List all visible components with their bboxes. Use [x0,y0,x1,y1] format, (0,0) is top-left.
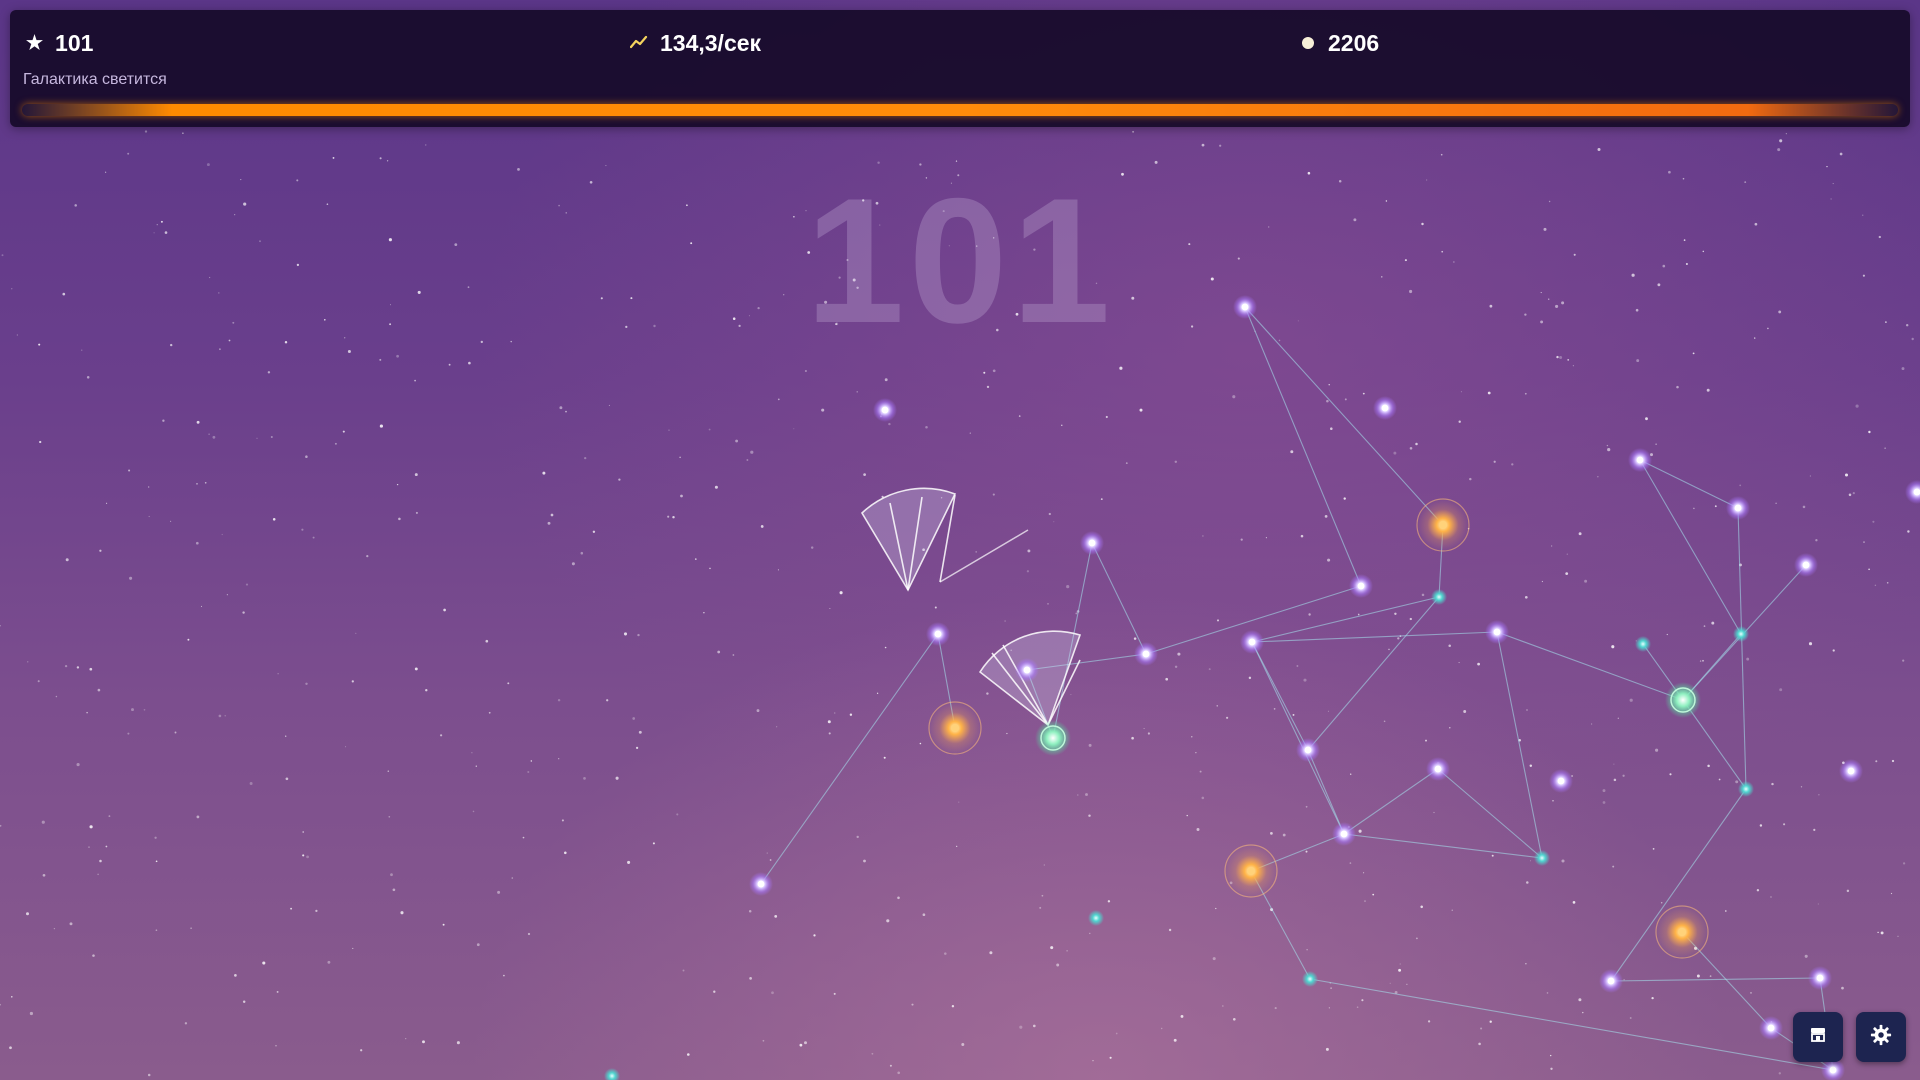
violet-star[interactable] [1134,642,1158,666]
violet-star[interactable] [1240,630,1264,654]
constellation-link [1251,641,1345,835]
violet-star[interactable] [1349,574,1373,598]
orange-star[interactable] [1224,844,1278,898]
star-icon: ★ [26,32,44,54]
violet-star[interactable] [1839,759,1863,783]
coins-value: 2206 [1328,29,1380,56]
trend-up-icon [629,34,648,53]
constellation-link [1307,596,1440,751]
constellation-link [760,633,939,885]
settings-button[interactable] [1856,1012,1906,1062]
coin-icon [1302,37,1314,49]
constellation-link [1496,631,1543,859]
teal-star[interactable] [604,1068,620,1080]
violet-star[interactable] [1332,822,1356,846]
teal-star[interactable] [1534,850,1550,866]
rate-counter: 134,3/сек [629,28,762,58]
constellation-link [1307,749,1345,835]
violet-star[interactable] [1759,1016,1783,1040]
galaxy-status-text: Галактика светится [23,71,167,88]
constellation-link [1639,459,1742,635]
violet-star[interactable] [1373,396,1397,420]
constellation-link [1309,978,1834,1071]
violet-star[interactable] [1794,553,1818,577]
fan-shape-1 [860,487,957,592]
constellation-link [1496,631,1684,701]
teal-star[interactable] [1738,781,1754,797]
constellation-link [1343,768,1439,835]
teal-star[interactable] [1302,971,1318,987]
green-star[interactable] [1665,682,1701,718]
violet-star[interactable] [926,622,950,646]
teal-star[interactable] [1431,589,1447,605]
rate-value: 134,3/сек [660,29,762,56]
constellation-link [1639,459,1739,509]
violet-star[interactable] [1426,757,1450,781]
coins-counter: 2206 [1302,28,1379,58]
violet-star[interactable] [1080,531,1104,555]
constellation-link [1251,641,1309,751]
progress-bar [22,104,1898,116]
top-hud: ★ 101 134,3/сек 2206 Галактика светится [10,10,1910,127]
violet-star[interactable] [1485,620,1509,644]
constellation-link [1343,833,1543,859]
teal-star[interactable] [1635,636,1651,652]
galaxy-canvas[interactable] [0,0,1920,1080]
violet-star[interactable] [749,872,773,896]
orange-star[interactable] [1655,905,1709,959]
stars-value: 101 [55,29,94,56]
constellation-link [1610,977,1821,982]
shop-button[interactable] [1793,1012,1843,1062]
violet-star[interactable] [1726,496,1750,520]
violet-star[interactable] [1233,295,1257,319]
violet-star[interactable] [1015,658,1039,682]
constellation-link [1244,306,1362,587]
constellation-link [1091,542,1147,655]
fan-pointer [939,529,1029,583]
violet-star[interactable] [1296,738,1320,762]
teal-star[interactable] [1088,910,1104,926]
violet-star[interactable] [1549,769,1573,793]
green-star[interactable] [1035,720,1071,756]
violet-star[interactable] [1808,966,1832,990]
orange-star[interactable] [928,701,982,755]
gear-icon [1870,1024,1892,1050]
orange-star[interactable] [1416,498,1470,552]
violet-star[interactable] [1599,969,1623,993]
teal-star[interactable] [1733,626,1749,642]
violet-star[interactable] [873,398,897,422]
constellation-fans [860,487,1082,727]
violet-star[interactable] [1905,480,1920,504]
constellation-link [1737,507,1747,790]
shop-icon [1809,1027,1827,1047]
constellation-link [1244,306,1444,526]
stars-counter: ★ 101 [26,28,93,58]
progress-fill [22,104,1898,116]
violet-star[interactable] [1628,448,1652,472]
